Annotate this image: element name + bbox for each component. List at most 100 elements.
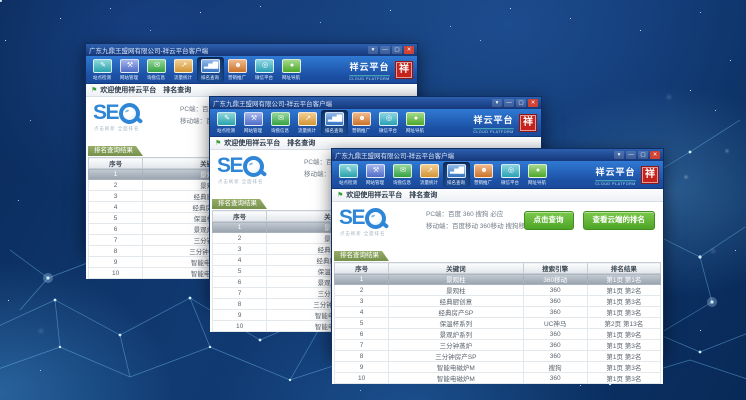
welcome-text: 欢迎使用祥云平台 xyxy=(346,190,402,200)
table-row[interactable]: 5 保温杯系列 UC神马 第2页 第13名 xyxy=(335,318,661,329)
window-controls: ▾ — ▢ ✕ xyxy=(614,151,660,159)
toolbar-item[interactable]: ▂▅▇ 排名查询 xyxy=(321,110,348,135)
window-titlebar[interactable]: 广东九鼎王盟网有限公司-祥云平台客户端 ▾ — ▢ ✕ xyxy=(86,44,417,56)
toolbar-item[interactable]: ↗ 流量统计 xyxy=(170,57,197,82)
marketing-promotion-icon: ☻ xyxy=(474,164,493,178)
table-row[interactable]: 8 三分钟房产SP 360 第1页 第2名 xyxy=(335,351,661,362)
minimize-button[interactable]: — xyxy=(626,151,636,159)
toolbar-items: ✎ 站点检测 ⚒ 网站管理 ✉ 询盘信息 ↗ 流量统计 ▂▅▇ 排名查询 xyxy=(213,110,429,135)
toolbar-item[interactable]: ⚒ 网站管理 xyxy=(362,162,389,187)
table-row[interactable]: 9 智能电磁炉M 搜狗 第1页 第3名 xyxy=(335,362,661,373)
close-button[interactable]: ✕ xyxy=(528,99,538,107)
site-check-icon: ✎ xyxy=(93,59,112,73)
inquiry-message-icon: ✉ xyxy=(147,59,166,73)
rank-query-icon: ▂▅▇ xyxy=(447,164,466,178)
brand-seal-icon: 祥 xyxy=(395,61,413,79)
cell-rank: 第2页 第13名 xyxy=(587,318,660,329)
view-cloud-ranking-button[interactable]: 查看云端的排名 xyxy=(583,211,656,230)
toolbar-item[interactable]: ● 网址导航 xyxy=(402,110,429,135)
welcome-banner: ⚑ 欢迎使用祥云平台 排名查询 xyxy=(332,189,663,202)
inquiry-message-icon: ✉ xyxy=(271,112,290,126)
skin-button[interactable]: ▾ xyxy=(492,99,502,107)
brand-name: 祥云平台 xyxy=(349,62,389,72)
minimize-button[interactable]: — xyxy=(380,46,390,54)
close-button[interactable]: ✕ xyxy=(404,46,414,54)
cell-index: 5 xyxy=(213,266,267,277)
toolbar-item[interactable]: ☻ 营销推广 xyxy=(470,162,497,187)
toolbar-item[interactable]: ☻ 营销推广 xyxy=(224,57,251,82)
close-button[interactable]: ✕ xyxy=(650,151,660,159)
table-row[interactable]: 6 景观炉系列 360 第1页 第9名 xyxy=(335,329,661,340)
seo-tagline: 点击刷新 全面排名 xyxy=(218,178,263,184)
maximize-button[interactable]: ▢ xyxy=(638,151,648,159)
toolbar-item[interactable]: ▂▅▇ 排名查询 xyxy=(197,57,224,82)
table-row[interactable]: 7 三分钟蒸炉 360 第1页 第3名 xyxy=(335,340,661,351)
toolbar-item[interactable]: ◎ 微信平台 xyxy=(251,57,278,82)
query-button[interactable]: 点击查询 xyxy=(524,211,574,230)
cell-index: 1 xyxy=(335,274,389,285)
cell-rank: 第1页 第9名 xyxy=(587,329,660,340)
table-row[interactable]: 4 经典房产SP 360 第1页 第3名 xyxy=(335,307,661,318)
traffic-stats-icon: ↗ xyxy=(174,59,193,73)
cell-index: 8 xyxy=(89,246,143,257)
skin-button[interactable]: ▾ xyxy=(614,151,624,159)
table-row[interactable]: 2 景观柱 360 第1页 第2名 xyxy=(335,285,661,296)
cell-keyword: 智能电磁炉M xyxy=(389,362,523,373)
wechat-platform-icon: ◎ xyxy=(255,59,274,73)
tab-ranking-results[interactable]: 排名查询结果 xyxy=(88,146,143,156)
window-title: 广东九鼎王盟网有限公司-祥云平台客户端 xyxy=(213,98,492,108)
toolbar-item[interactable]: ✎ 站点检测 xyxy=(213,110,240,135)
cell-index: 3 xyxy=(335,296,389,307)
toolbar-item-label: 网站管理 xyxy=(244,127,262,133)
maximize-button[interactable]: ▢ xyxy=(392,46,402,54)
action-buttons: 点击查询 查看云端的排名 xyxy=(524,211,656,230)
toolbar-item[interactable]: ▂▅▇ 排名查询 xyxy=(443,162,470,187)
app-window-front[interactable]: 广东九鼎王盟网有限公司-祥云平台客户端 ▾ — ▢ ✕ ✎ 站点检测 ⚒ 网站管… xyxy=(331,148,664,356)
cell-engine: 360 xyxy=(523,329,587,340)
minimize-button[interactable]: — xyxy=(504,99,514,107)
tab-ranking-results[interactable]: 排名查询结果 xyxy=(334,251,389,261)
table-row[interactable]: 10 智能电磁炉M 360 第1页 第3名 xyxy=(335,373,661,384)
toolbar-item[interactable]: ● 网址导航 xyxy=(278,57,305,82)
window-titlebar[interactable]: 广东九鼎王盟网有限公司-祥云平台客户端 ▾ — ▢ ✕ xyxy=(332,149,663,161)
toolbar-item[interactable]: ☻ 营销推广 xyxy=(348,110,375,135)
brand-subtitle: CLOUD PLATFORM xyxy=(349,75,390,80)
magnifier-icon xyxy=(365,208,386,229)
toolbar-item[interactable]: ✎ 站点检测 xyxy=(89,57,116,82)
seo-tagline: 点击刷新 全面排名 xyxy=(340,230,385,236)
toolbar-item[interactable]: ↗ 流量统计 xyxy=(294,110,321,135)
cell-index: 5 xyxy=(335,318,389,329)
toolbar-item[interactable]: ✎ 站点检测 xyxy=(335,162,362,187)
table-header-cell: 序号 xyxy=(89,158,143,169)
toolbar-item[interactable]: ✉ 询盘信息 xyxy=(267,110,294,135)
toolbar-item[interactable]: ⚒ 网站管理 xyxy=(116,57,143,82)
skin-button[interactable]: ▾ xyxy=(368,46,378,54)
toolbar-item[interactable]: ◎ 微信平台 xyxy=(497,162,524,187)
cell-index: 10 xyxy=(335,373,389,384)
maximize-button[interactable]: ▢ xyxy=(516,99,526,107)
cell-index: 7 xyxy=(89,235,143,246)
flag-icon: ⚑ xyxy=(215,140,221,147)
flag-icon: ⚑ xyxy=(91,87,97,94)
toolbar-item[interactable]: ✉ 询盘信息 xyxy=(143,57,170,82)
tab-ranking-results[interactable]: 排名查询结果 xyxy=(212,199,267,209)
cell-index: 6 xyxy=(213,277,267,288)
toolbar-item-label: 微信平台 xyxy=(501,179,519,185)
toolbar-item[interactable]: ↗ 流量统计 xyxy=(416,162,443,187)
toolbar-item[interactable]: ⚒ 网站管理 xyxy=(240,110,267,135)
table-row[interactable]: 1 景观柱 360移动 第1页 第1名 xyxy=(335,274,661,285)
table-header-cell: 序号 xyxy=(213,211,267,222)
toolbar-item[interactable]: ◎ 微信平台 xyxy=(375,110,402,135)
table-row[interactable]: 3 经典厨创意 360 第1页 第3名 xyxy=(335,296,661,307)
toolbar-item-label: 询盘信息 xyxy=(393,179,411,185)
brand-name: 祥云平台 xyxy=(473,115,513,125)
cell-index: 2 xyxy=(335,285,389,296)
toolbar-item[interactable]: ● 网址导航 xyxy=(524,162,551,187)
window-titlebar[interactable]: 广东九鼎王盟网有限公司-祥云平台客户端 ▾ — ▢ ✕ xyxy=(210,97,541,109)
cell-keyword: 保温杯系列 xyxy=(389,318,523,329)
toolbar-item[interactable]: ✉ 询盘信息 xyxy=(389,162,416,187)
seo-logo: SE xyxy=(339,207,386,229)
site-navigation-icon: ● xyxy=(528,164,547,178)
section-title: 排名查询 xyxy=(163,85,191,95)
brand-subtitle: CLOUD PLATFORM xyxy=(473,128,514,133)
